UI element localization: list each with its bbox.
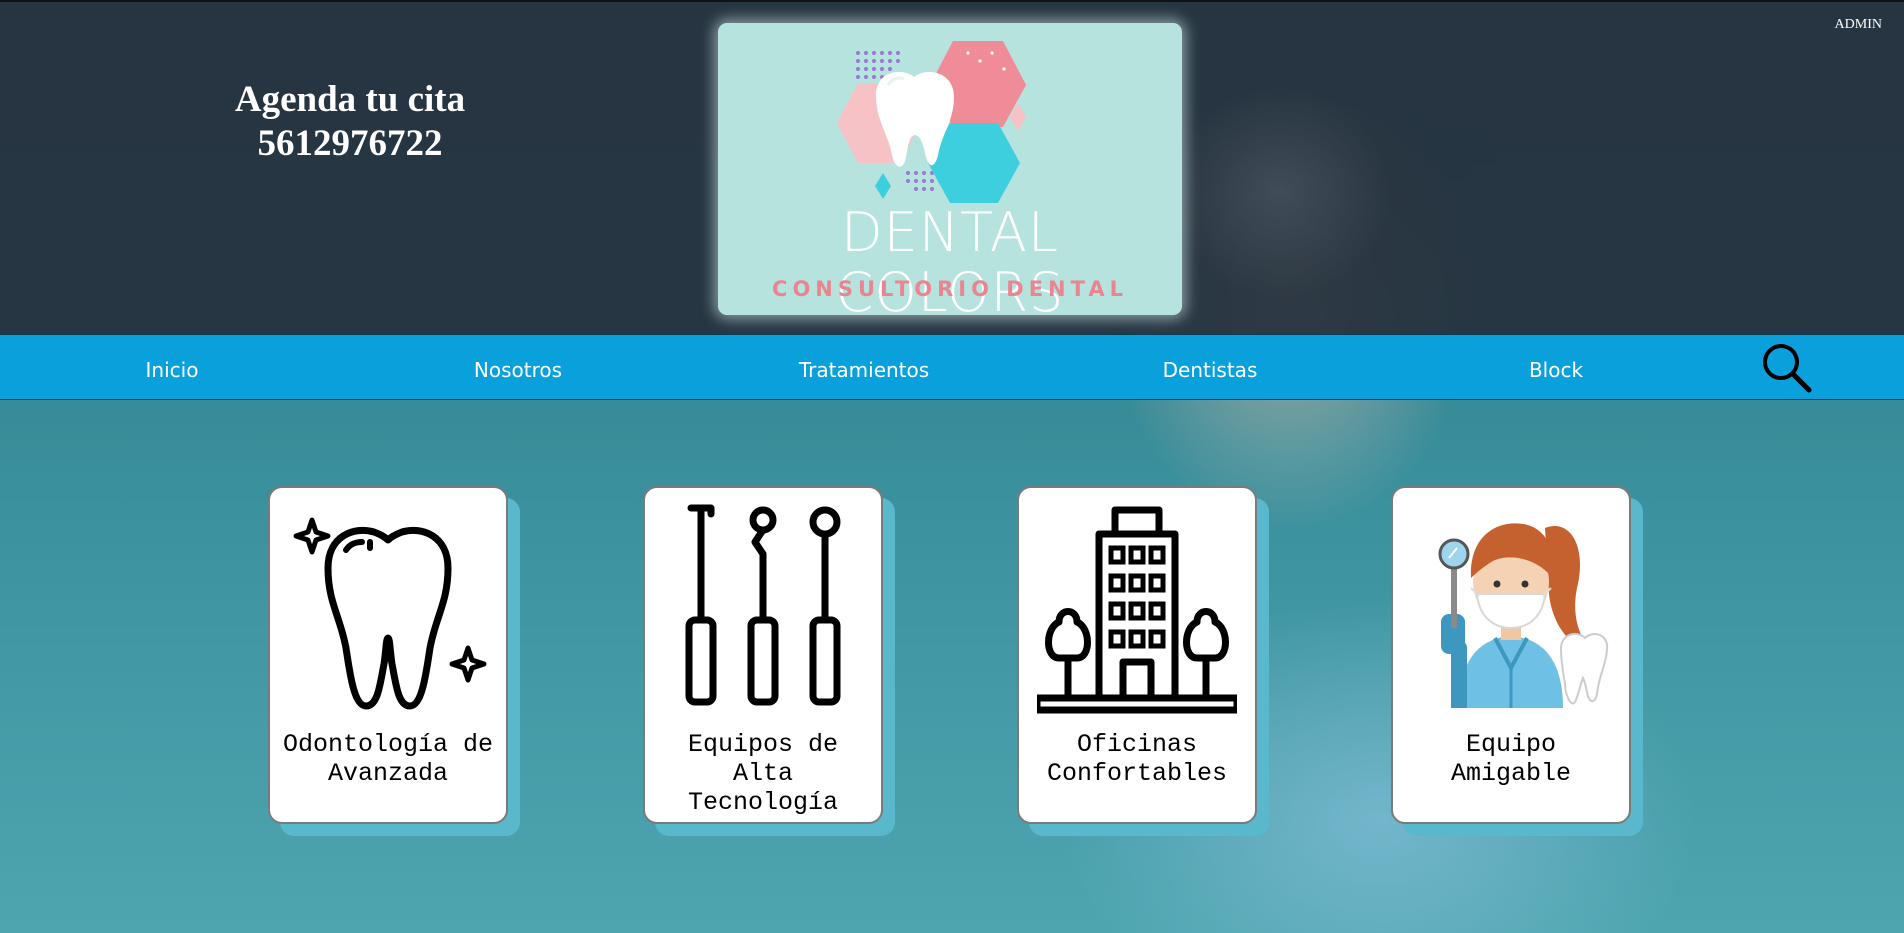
card-label-line: Amigable [1450,759,1572,788]
appointment-callout: Agenda tu cita 5612976722 [200,78,500,166]
card-body: Odontología de Avanzada [268,486,508,824]
card-label: Odontología de Avanzada [270,730,506,788]
search-icon [1763,344,1812,393]
card-label-line: Tecnología [687,788,839,817]
tooth-logo-graphic [837,41,1026,203]
card-body: Equipo Amigable [1391,486,1631,824]
card-label: Equipo Amigable [1393,730,1629,788]
header: Agenda tu cita 5612976722 ADMIN DENTAL C… [0,0,1904,336]
nav-item-block[interactable]: Block [1456,335,1656,399]
nav-item-inicio[interactable]: Inicio [72,335,272,399]
page: Agenda tu cita 5612976722 ADMIN DENTAL C… [0,0,1904,933]
feature-card-friendly-team[interactable]: Equipo Amigable [1391,486,1643,836]
dental-tools-icon [685,504,841,706]
search-button[interactable] [1760,341,1814,395]
card-label-line: Oficinas [1076,730,1198,759]
card-label: Oficinas Confortables [1019,730,1255,788]
appointment-text: Agenda tu cita [234,79,466,120]
card-body: Oficinas Confortables [1017,486,1257,824]
nav-item-nosotros[interactable]: Nosotros [418,335,618,399]
tooth-icon [293,517,487,710]
card-label-line: Equipos de [687,730,839,759]
card-label-line: Alta [732,759,793,788]
logo-subtitle: CONSULTORIO DENTAL [772,277,1128,301]
feature-card-comfortable-offices[interactable]: Oficinas Confortables [1017,486,1269,836]
card-body: Equipos de Alta Tecnología [643,486,883,824]
phone-number: 5612976722 [257,123,443,164]
card-label-line: Equipo [1465,730,1556,759]
card-label: Equipos de Alta Tecnología [645,730,881,817]
nav-item-dentistas[interactable]: Dentistas [1110,335,1310,399]
card-label-line: Confortables [1046,759,1228,788]
card-label-line: Odontología de [282,730,494,759]
feature-card-advanced-dentistry[interactable]: Odontología de Avanzada [268,486,520,836]
dentist-avatar-icon [1438,523,1609,708]
main-nav: Inicio Nosotros Tratamientos Dentistas B… [0,334,1904,400]
building-icon [1037,506,1237,714]
feature-card-high-tech-equipment[interactable]: Equipos de Alta Tecnología [643,486,895,836]
admin-link[interactable]: ADMIN [1835,17,1882,33]
card-label-line: Avanzada [327,759,449,788]
nav-item-tratamientos[interactable]: Tratamientos [764,335,964,399]
logo[interactable]: DENTAL COLORS CONSULTORIO DENTAL [718,23,1182,315]
